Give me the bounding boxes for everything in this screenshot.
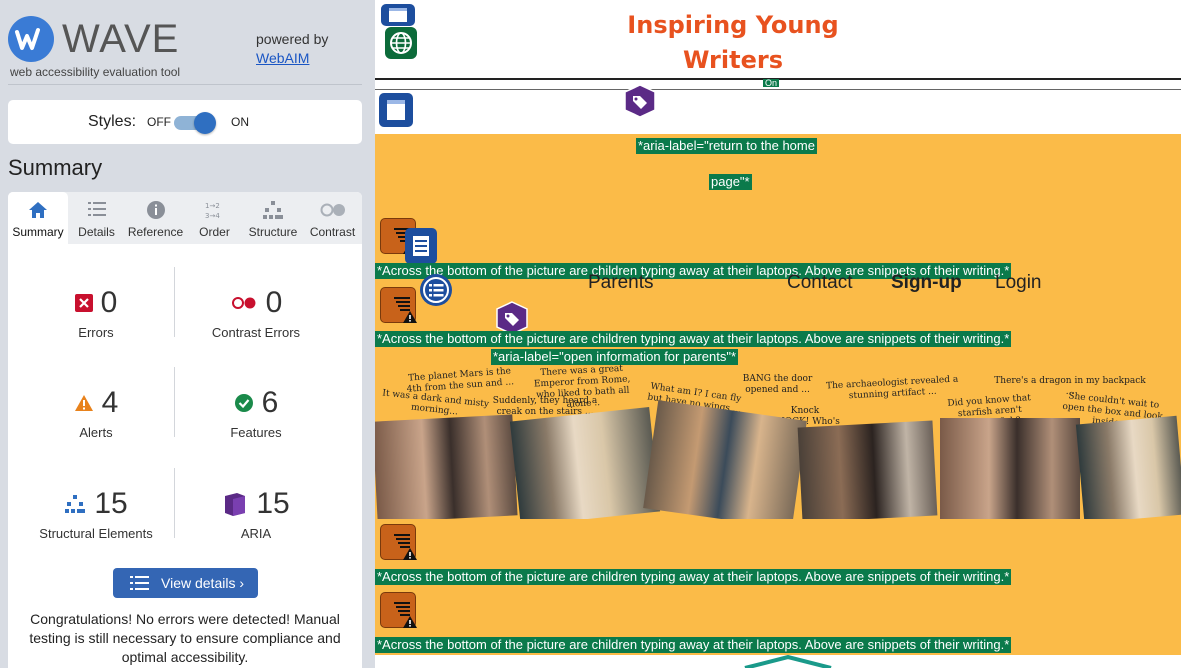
writing-snippet: The planet Mars is the 4th from the sun … bbox=[406, 366, 515, 395]
children-group-photo bbox=[643, 400, 807, 519]
order-icon: 1→2 3→4 bbox=[186, 200, 243, 220]
aria-parents-label: *aria-label="open information for parent… bbox=[491, 349, 739, 365]
contrast-icon bbox=[303, 200, 362, 220]
wave-logo-text: WAVE bbox=[62, 17, 180, 61]
tab-order-label: Order bbox=[199, 225, 230, 239]
child-laptop-photo bbox=[797, 420, 938, 519]
page-preview: Inspiring Young Writers On *aria-label="… bbox=[375, 0, 1181, 668]
alert-alt-text-icon[interactable] bbox=[380, 592, 417, 628]
tab-details-label: Details bbox=[78, 225, 115, 239]
site-title[interactable]: Inspiring Young Writers bbox=[605, 8, 861, 78]
structural-label: Structural Elements bbox=[39, 526, 153, 541]
nav-signup[interactable]: Sign-up bbox=[891, 272, 962, 294]
home-icon bbox=[8, 200, 68, 220]
wave-logo-icon bbox=[8, 16, 54, 62]
tab-contrast-label: Contrast bbox=[309, 225, 356, 239]
aria-count: 15 bbox=[256, 487, 290, 520]
svg-text:1→2: 1→2 bbox=[205, 202, 220, 210]
writing-snippet: The archaeologist revealed a stunning ar… bbox=[825, 374, 959, 402]
list-icon bbox=[68, 200, 125, 220]
structure-icon bbox=[243, 200, 303, 220]
aria-home-label-1: *aria-label="return to the home bbox=[636, 138, 817, 154]
wave-tagline: web accessibility evaluation tool bbox=[10, 65, 181, 79]
aria-tag-icon[interactable] bbox=[622, 83, 658, 119]
alt-text-label-2: *Across the bottom of the picture are ch… bbox=[375, 331, 1012, 347]
tab-structure[interactable]: Structure bbox=[243, 192, 303, 244]
sidebar-divider bbox=[8, 84, 362, 85]
list-icon bbox=[130, 576, 149, 590]
structure-header-icon[interactable] bbox=[381, 4, 415, 26]
features-label: Features bbox=[230, 425, 282, 440]
feature-check-icon bbox=[234, 394, 253, 412]
child-laptop-photo bbox=[375, 414, 518, 519]
site-title-line1: Inspiring Young bbox=[627, 11, 839, 39]
tab-contrast[interactable]: Contrast bbox=[303, 192, 362, 244]
tab-details[interactable]: Details bbox=[68, 192, 125, 244]
tab-structure-label: Structure bbox=[248, 225, 298, 239]
aria-label: ARIA bbox=[240, 526, 272, 541]
tab-bar: Summary Details Reference 1→23→4 Order bbox=[8, 192, 362, 244]
nav-login[interactable]: Login bbox=[995, 272, 1042, 294]
unordered-list-icon[interactable] bbox=[420, 274, 452, 306]
structure-nav-icon[interactable] bbox=[379, 93, 413, 127]
aria-home-label-2: page"* bbox=[709, 174, 752, 190]
alerts-label: Alerts bbox=[79, 425, 113, 440]
alert-icon bbox=[74, 395, 93, 411]
svg-text:3→4: 3→4 bbox=[205, 212, 220, 220]
errors-label: Errors bbox=[78, 325, 114, 340]
child-laptop-photo bbox=[509, 406, 661, 519]
styles-label: Styles: bbox=[88, 113, 137, 130]
alerts-count: 4 bbox=[101, 386, 119, 419]
language-globe-icon[interactable] bbox=[385, 27, 417, 59]
styles-toggle-knob[interactable] bbox=[194, 112, 216, 134]
nav-parents[interactable]: Parents bbox=[588, 272, 653, 294]
congrats-message: Congratulations! No errors were detected… bbox=[29, 611, 341, 665]
nav-contact[interactable]: Contact bbox=[787, 272, 852, 294]
site-title-line2: Writers bbox=[683, 46, 783, 74]
styles-on-label: ON bbox=[231, 115, 249, 129]
view-details-button[interactable]: View details › bbox=[113, 568, 258, 598]
tab-summary[interactable]: Summary bbox=[8, 192, 68, 244]
aria-cube-icon bbox=[225, 493, 246, 516]
structural-count: 15 bbox=[94, 487, 128, 520]
styles-toggle-box: Styles: OFF ON bbox=[8, 100, 362, 144]
styles-off-label: OFF bbox=[147, 115, 171, 129]
alt-text-label-3: *Across the bottom of the picture are ch… bbox=[375, 569, 1012, 585]
contrast-error-icon bbox=[231, 297, 256, 309]
summary-heading: Summary bbox=[8, 155, 103, 180]
summary-panel: Summary Details Reference 1→23→4 Order bbox=[8, 192, 362, 668]
alert-alt-text-icon[interactable] bbox=[380, 287, 417, 323]
footer-strip bbox=[375, 655, 1181, 668]
errors-count: 0 bbox=[100, 286, 118, 319]
alert-alt-text-icon[interactable] bbox=[380, 524, 417, 560]
features-count: 6 bbox=[261, 386, 279, 419]
info-icon bbox=[125, 200, 186, 220]
child-laptop-photo bbox=[1075, 415, 1181, 519]
tab-order[interactable]: 1→2 3→4 Order bbox=[186, 192, 243, 244]
child-laptop-photo bbox=[940, 418, 1080, 519]
hero-image-collage: The planet Mars is the 4th from the sun … bbox=[375, 364, 1181, 519]
footer-logo-icon bbox=[744, 655, 832, 668]
webaim-link[interactable]: WebAIM bbox=[256, 50, 309, 66]
on-tab-label: On bbox=[763, 79, 780, 87]
view-details-label: View details › bbox=[161, 575, 245, 591]
contrast-errors-label: Contrast Errors bbox=[211, 325, 301, 340]
tab-reference-label: Reference bbox=[127, 225, 184, 239]
tab-summary-label: Summary bbox=[12, 225, 64, 239]
powered-by-label: powered by bbox=[256, 31, 329, 47]
writing-snippet: BANG the door opened and ... bbox=[742, 374, 813, 395]
alt-text-label-4: *Across the bottom of the picture are ch… bbox=[375, 637, 1012, 653]
structure-list-icon[interactable] bbox=[405, 228, 437, 264]
structure-icon bbox=[65, 495, 86, 513]
header-rule bbox=[375, 89, 1181, 90]
wave-sidebar: WAVE web accessibility evaluation tool p… bbox=[0, 0, 375, 668]
tab-reference[interactable]: Reference bbox=[125, 192, 186, 244]
error-icon bbox=[74, 294, 93, 312]
contrast-errors-count: 0 bbox=[265, 286, 283, 319]
